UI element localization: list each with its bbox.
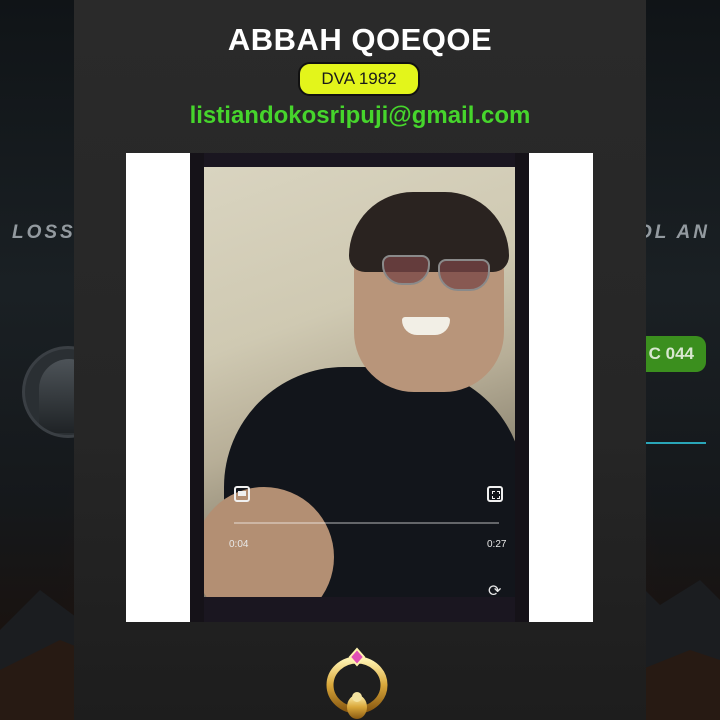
fullscreen-icon[interactable] [487, 486, 503, 502]
gold-wreath-emblem-icon [326, 647, 388, 719]
video-person-smile [402, 317, 450, 335]
phone-nav-bar [204, 597, 515, 622]
video-progress-bar[interactable] [234, 522, 499, 524]
profile-name: ABBAH QOEQOE [227, 22, 493, 57]
video-frame[interactable]: 0:04 0:27 ⟳ [204, 167, 515, 597]
background-heading-right: OL AN [636, 222, 710, 243]
background-heading-left: LOSS [12, 222, 76, 243]
profile-badge: DVA 1982 [298, 62, 420, 96]
rotate-icon[interactable]: ⟳ [488, 581, 501, 597]
video-person-glasses-right [438, 259, 490, 291]
pip-icon[interactable] [234, 486, 250, 502]
video-screenshot[interactable]: 0:04 0:27 ⟳ [190, 153, 529, 622]
media-container: 0:04 0:27 ⟳ [126, 153, 593, 622]
phone-status-bar [204, 153, 515, 167]
profile-email[interactable]: listiandokosripuji@gmail.com [74, 102, 646, 130]
video-current-time: 0:04 [229, 539, 249, 550]
video-duration: 0:27 [487, 539, 507, 550]
profile-card: ABBAH QOEQOE DVA 1982 listiandokosripuji… [74, 0, 646, 720]
